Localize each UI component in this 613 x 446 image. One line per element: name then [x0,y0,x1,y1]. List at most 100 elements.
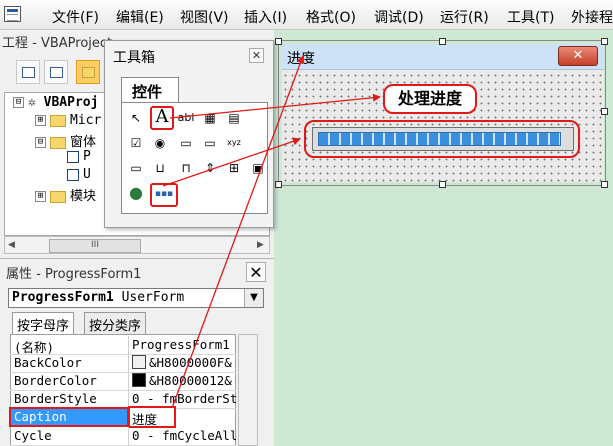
tab-controls[interactable]: 控件 [121,77,179,103]
property-row-bordercolor[interactable]: BorderColor &H80000012& [10,372,236,391]
refedit-tool-icon[interactable]: ▣ [248,158,268,178]
property-name: BorderColor [14,373,97,388]
property-value[interactable]: ProgressForm1 [132,337,236,352]
expand-icon[interactable]: ⊞ [35,115,46,126]
userform-icon [67,150,79,163]
frame-tool-icon[interactable]: ▭ [200,133,220,153]
property-row-name[interactable]: (名称) ProgressForm1 [10,336,236,355]
property-name: Cycle [14,428,52,443]
tree-item-vbaproject[interactable]: ⊟ ✲ VBAProj [13,95,98,113]
property-row-backcolor[interactable]: BackColor &H8000000F& [10,354,236,373]
color-swatch [132,355,146,369]
scroll-thumb[interactable]: III [49,239,141,253]
project-toolbar [0,56,110,86]
scroll-right-icon[interactable]: ▶ [257,240,264,250]
property-value[interactable]: 0 - fmCycleAll [132,428,236,443]
view-code-button[interactable] [16,60,40,84]
form-icon [50,67,63,78]
tree-item-label: U [83,167,91,182]
property-row-caption[interactable]: Caption 进度 [10,408,236,428]
form-close-button[interactable]: ✕ [558,46,598,66]
globe-icon[interactable]: ● [126,183,146,203]
vba-project-icon: ✲ [28,95,44,110]
tabstrip-tool-icon[interactable]: ▭ [126,158,146,178]
progressbar-tool-icon[interactable]: ▪▪▪ [150,183,178,207]
combobox-tool-icon[interactable]: ▦ [200,108,220,128]
property-value[interactable]: 0 - fmBorderStyle [132,391,236,406]
properties-title: 属性 - ProgressForm1 [6,267,142,282]
toolbox-title: 工具箱 [113,50,155,66]
property-value[interactable]: &H80000012& [149,373,232,388]
select-objects-icon[interactable]: ↖ [126,108,146,128]
chevron-down-icon[interactable]: ▼ [244,289,263,307]
scrollbar-tool-icon[interactable]: ⊓ [176,158,196,178]
resize-handle[interactable] [439,181,446,188]
color-swatch [132,373,146,387]
image-tool-icon[interactable]: ⊞ [224,158,244,178]
spinbutton-tool-icon[interactable]: ⇕ [200,158,220,178]
menu-edit[interactable]: 编辑(E) [116,7,164,27]
menu-file[interactable]: 文件(F) [52,7,99,27]
tree-item-forms[interactable]: ⊟ 窗体 [35,131,96,150]
textbox-tool-icon[interactable]: abl [176,108,196,128]
property-row-cycle[interactable]: Cycle 0 - fmCycleAll [10,427,236,446]
checkbox-tool-icon[interactable]: ☑ [126,133,146,153]
property-value[interactable]: &H8000000F& [149,355,232,370]
tree-item-label: VBAProj [43,95,99,110]
property-value[interactable]: 进度 [132,409,236,428]
multipage-tool-icon[interactable]: ⊔ [150,158,170,178]
tree-item-label: P [83,149,91,164]
menu-format[interactable]: 格式(O) [306,7,356,27]
resize-handle[interactable] [601,108,608,115]
resize-handle[interactable] [275,38,282,45]
optionbutton-tool-icon[interactable]: ◉ [150,133,170,153]
property-value-cell: &H8000000F& [132,355,236,370]
menu-bar: 文件(F) 编辑(E) 视图(V) 插入(I) 格式(O) 调试(D) 运行(R… [0,0,613,30]
menu-view[interactable]: 视图(V) [180,7,229,27]
toggle-folders-button[interactable] [76,60,100,84]
menu-insert[interactable]: 插入(I) [244,7,287,27]
property-value-cell: &H80000012& [132,373,236,388]
project-hscrollbar[interactable]: ◀ III ▶ [4,236,270,254]
userform-icon [67,168,79,181]
object-name: ProgressForm1 [12,290,114,305]
listbox-tool-icon[interactable]: ▤ [224,108,244,128]
folder-icon [50,114,66,127]
resize-handle[interactable] [439,38,446,45]
property-name: Caption [14,409,67,424]
expand-icon[interactable]: ⊞ [35,191,46,202]
resize-handle[interactable] [601,38,608,45]
property-name: BackColor [14,355,82,370]
menu-tools[interactable]: 工具(T) [507,7,554,27]
tree-item-label: 模块 [70,189,97,204]
tree-item-modules[interactable]: ⊞ 模块 [35,185,97,204]
togglebutton-tool-icon[interactable]: ▭ [176,133,196,153]
tree-item-userform[interactable]: U [67,167,91,185]
form-titlebar [282,44,604,70]
property-vscrollbar[interactable] [238,334,258,446]
menu-run[interactable]: 运行(R) [440,7,489,27]
vbe-app-icon[interactable] [4,6,21,22]
scroll-left-icon[interactable]: ◀ [8,240,15,250]
tree-item-progressform[interactable]: P [67,149,91,167]
collapse-icon[interactable]: ⊟ [13,97,24,108]
folder-icon [82,67,95,78]
folder-icon [50,190,66,203]
folder-open-icon [50,136,66,149]
commandbutton-tool-icon[interactable]: xyz [224,133,244,153]
menu-debug[interactable]: 调试(D) [374,7,424,27]
view-object-button[interactable] [44,60,68,84]
resize-handle[interactable] [275,181,282,188]
label-tool-icon[interactable]: A [150,106,174,130]
form-title: 进度 [287,51,315,67]
toolbox-controls-grid: ↖ A abl ▦ ▤ ☑ ◉ ▭ ▭ xyz ▭ ⊔ ⊓ ⇕ ⊞ ▣ ● ▪▪… [121,102,268,214]
label-control[interactable]: 处理进度 [383,84,477,114]
object-selector[interactable]: ProgressForm1 UserForm [8,288,264,308]
properties-close-button[interactable]: ✕ [246,262,266,282]
resize-handle[interactable] [601,181,608,188]
tree-item-microsoft-objects[interactable]: ⊞ Micr [35,113,101,131]
toolbox-close-button[interactable]: ✕ [249,48,264,63]
toolbox-window: 工具箱 ✕ 控件 ↖ A abl ▦ ▤ ☑ ◉ ▭ ▭ xyz ▭ ⊔ ⊓ ⇕… [104,40,274,228]
collapse-icon[interactable]: ⊟ [35,137,46,148]
menu-addins[interactable]: 外接程 [571,7,613,27]
